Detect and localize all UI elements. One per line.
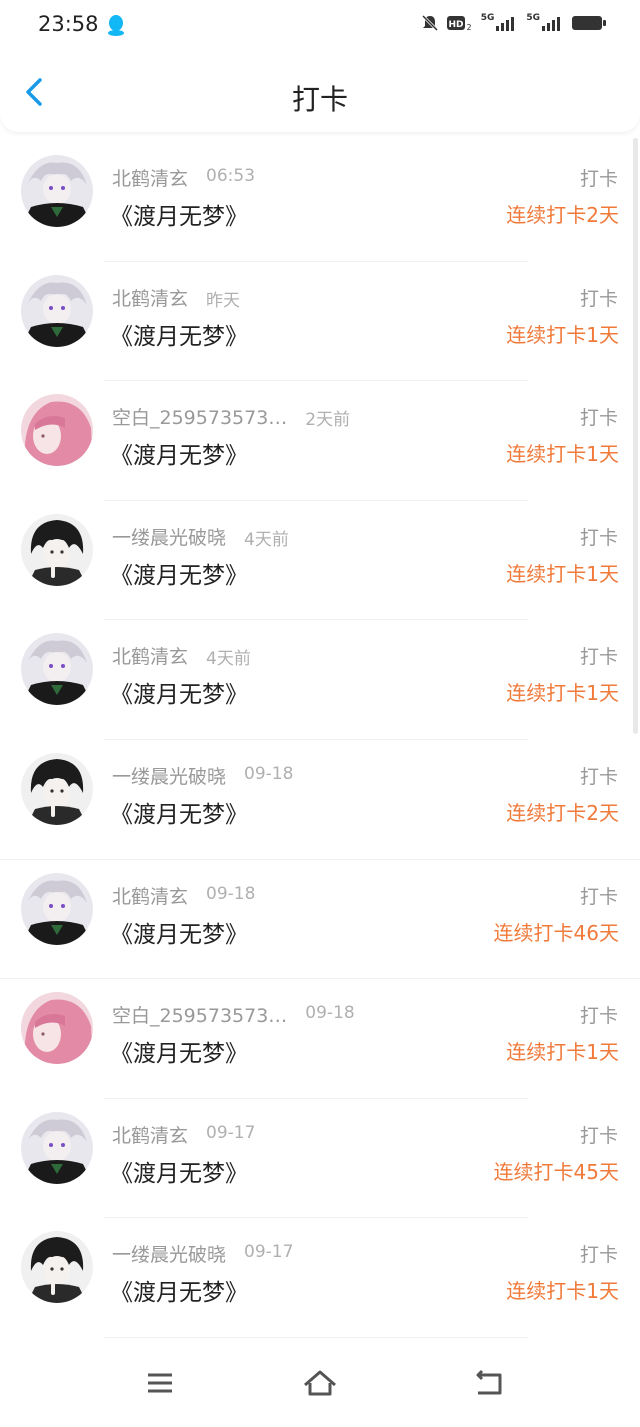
checkin-row[interactable]: 北鹤清玄 4天前 《渡月无梦》 打卡 连续打卡1天 xyxy=(0,620,640,740)
avatar-dark-hair[interactable] xyxy=(21,752,93,825)
app-header: 打卡 xyxy=(0,52,640,132)
action-label: 打卡 xyxy=(579,407,618,430)
post-time: 2天前 xyxy=(305,410,351,431)
status-bar: 23:58 HD 2 5G 5G xyxy=(0,0,640,52)
avatar-dark-hair[interactable] xyxy=(21,513,93,586)
signal-label-1: 5G xyxy=(480,13,495,23)
avatar-pink-hair[interactable] xyxy=(21,394,93,467)
action-label: 打卡 xyxy=(579,168,618,190)
svg-text:HD: HD xyxy=(448,20,463,30)
action-label: 打卡 xyxy=(579,885,618,908)
book-title[interactable]: 《渡月无梦》 xyxy=(110,675,248,709)
post-time: 昨天 xyxy=(206,290,241,311)
checkin-list: 北鹤清玄 06:53 《渡月无梦》 打卡 连续打卡2天 北鹤清玄 昨天 《渡月无… xyxy=(0,142,640,1338)
action-label: 打卡 xyxy=(579,526,618,549)
menu-icon[interactable] xyxy=(140,1363,180,1403)
post-time: 09-17 xyxy=(244,1242,294,1263)
post-time: 09-18 xyxy=(206,883,256,904)
signal-label-2: 5G xyxy=(526,13,540,23)
hd-icon: HD 2 xyxy=(446,16,471,32)
avatar-white-hair[interactable] xyxy=(21,274,93,347)
home-icon[interactable] xyxy=(300,1363,340,1403)
book-title[interactable]: 《渡月无梦》 xyxy=(110,436,248,470)
checkin-row[interactable]: 北鹤清玄 昨天 《渡月无梦》 打卡 连续打卡1天 xyxy=(0,262,640,382)
post-time: 09-18 xyxy=(305,1003,355,1024)
action-label: 打卡 xyxy=(579,1124,618,1147)
user-name[interactable]: 北鹤清玄 xyxy=(112,642,188,669)
user-name[interactable]: 北鹤清玄 xyxy=(112,882,188,909)
checkin-row[interactable]: 北鹤清玄 09-18 《渡月无梦》 打卡 连续打卡46天 xyxy=(0,860,640,980)
user-name[interactable]: 北鹤清玄 xyxy=(112,284,188,311)
user-name[interactable]: 一缕晨光破晓 xyxy=(112,762,226,789)
action-label: 打卡 xyxy=(579,287,618,310)
checkin-row[interactable]: 空白_259573573… 2天前 《渡月无梦》 打卡 连续打卡1天 xyxy=(0,381,640,501)
checkin-row[interactable]: 一缕晨光破晓 4天前 《渡月无梦》 打卡 连续打卡1天 xyxy=(0,501,640,621)
user-name[interactable]: 一缕晨光破晓 xyxy=(112,1240,226,1267)
svg-text:2: 2 xyxy=(466,23,471,32)
checkin-row[interactable]: 空白_259573573… 09-18 《渡月无梦》 打卡 连续打卡1天 xyxy=(0,979,640,1099)
status-icons: HD 2 5G 5G xyxy=(421,13,606,32)
post-time: 4天前 xyxy=(244,529,289,550)
post-time: 4天前 xyxy=(206,649,251,670)
post-time: 09-17 xyxy=(206,1122,256,1143)
book-title[interactable]: 《渡月无梦》 xyxy=(110,1154,248,1188)
avatar-dark-hair[interactable] xyxy=(21,1231,93,1304)
book-title[interactable]: 《渡月无梦》 xyxy=(110,317,248,351)
divider xyxy=(104,1336,528,1338)
action-label: 打卡 xyxy=(579,1005,618,1028)
book-title[interactable]: 《渡月无梦》 xyxy=(110,915,248,949)
signal-icon xyxy=(496,17,515,31)
avatar-white-hair[interactable] xyxy=(21,155,93,227)
post-time: 06:53 xyxy=(206,166,256,186)
mute-bell-icon xyxy=(421,14,438,32)
back-nav-icon[interactable] xyxy=(468,1363,508,1403)
user-name[interactable]: 空白_259573573… xyxy=(112,1001,287,1028)
streak-label: 连续打卡1天 xyxy=(506,1279,619,1304)
scrollbar[interactable] xyxy=(633,138,638,734)
avatar-white-hair[interactable] xyxy=(21,633,93,706)
system-nav-bar xyxy=(0,1341,640,1427)
streak-label: 连续打卡2天 xyxy=(506,800,619,825)
streak-label: 连续打卡1天 xyxy=(506,1040,619,1065)
checkin-row[interactable]: 北鹤清玄 06:53 《渡月无梦》 打卡 连续打卡2天 xyxy=(0,142,640,262)
action-label: 打卡 xyxy=(579,1244,618,1267)
signal-icon xyxy=(542,17,560,31)
user-name[interactable]: 北鹤清玄 xyxy=(112,1121,188,1148)
streak-label: 连续打卡2天 xyxy=(506,203,619,227)
avatar-pink-hair[interactable] xyxy=(21,992,93,1065)
action-label: 打卡 xyxy=(579,646,618,669)
book-title[interactable]: 《渡月无梦》 xyxy=(110,795,248,829)
battery-icon xyxy=(572,16,606,30)
streak-label: 连续打卡1天 xyxy=(506,322,619,347)
streak-label: 连续打卡46天 xyxy=(493,920,619,945)
status-time: 23:58 xyxy=(38,12,99,36)
book-title[interactable]: 《渡月无梦》 xyxy=(110,1273,248,1307)
post-time: 09-18 xyxy=(244,763,294,784)
checkin-row[interactable]: 北鹤清玄 09-17 《渡月无梦》 打卡 连续打卡45天 xyxy=(0,1099,640,1219)
book-title[interactable]: 《渡月无梦》 xyxy=(110,197,248,231)
checkin-row[interactable]: 一缕晨光破晓 09-17 《渡月无梦》 打卡 连续打卡1天 xyxy=(0,1218,640,1338)
qq-icon xyxy=(108,15,124,36)
checkin-row[interactable]: 一缕晨光破晓 09-18 《渡月无梦》 打卡 连续打卡2天 xyxy=(0,740,640,860)
book-title[interactable]: 《渡月无梦》 xyxy=(110,556,248,590)
streak-label: 连续打卡1天 xyxy=(506,442,619,467)
page-title: 打卡 xyxy=(291,83,348,116)
user-name[interactable]: 空白_259573573… xyxy=(112,403,287,430)
streak-label: 连续打卡45天 xyxy=(493,1159,619,1184)
action-label: 打卡 xyxy=(579,765,618,788)
avatar-white-hair[interactable] xyxy=(21,872,93,945)
avatar-white-hair[interactable] xyxy=(21,1111,93,1184)
streak-label: 连续打卡1天 xyxy=(506,681,619,706)
user-name[interactable]: 一缕晨光破晓 xyxy=(112,523,226,550)
book-title[interactable]: 《渡月无梦》 xyxy=(110,1034,248,1068)
user-name[interactable]: 北鹤清玄 xyxy=(112,164,188,191)
streak-label: 连续打卡1天 xyxy=(506,561,619,586)
